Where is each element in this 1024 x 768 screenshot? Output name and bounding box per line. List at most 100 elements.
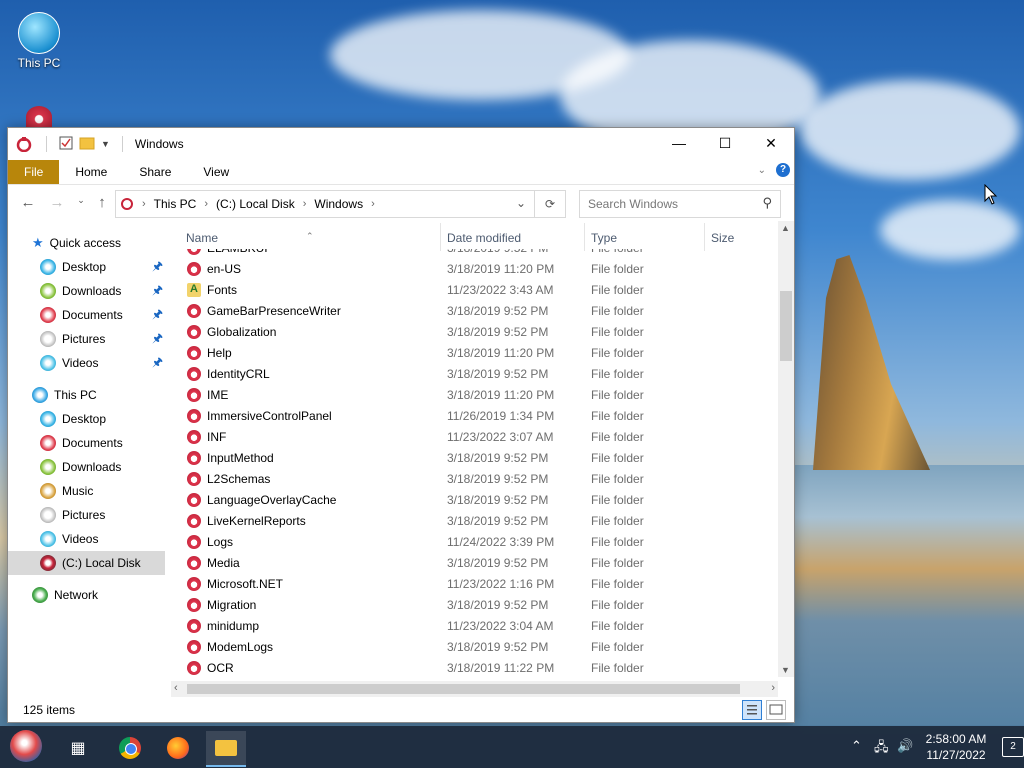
help-icon[interactable]: ? bbox=[776, 163, 790, 177]
row-date: 3/18/2019 9:52 PM bbox=[447, 249, 548, 255]
table-row[interactable]: Microsoft.NET 11/23/2022 1:16 PM File fold… bbox=[171, 574, 778, 595]
clock[interactable]: 2:58:00 AM 11/27/2022 bbox=[920, 731, 992, 763]
scroll-right-icon[interactable]: › bbox=[771, 682, 775, 694]
new-folder-icon[interactable] bbox=[79, 135, 95, 154]
divider bbox=[46, 136, 47, 152]
search-input[interactable]: Search Windows bbox=[588, 197, 678, 211]
desktop-icon-this-pc[interactable]: This PC bbox=[9, 12, 69, 70]
table-row[interactable]: Media 3/18/2019 9:52 PM File folder bbox=[171, 553, 778, 574]
horizontal-scrollbar[interactable]: ‹ › bbox=[171, 681, 778, 697]
folder-icon bbox=[187, 262, 201, 276]
table-row[interactable]: L2Schemas 3/18/2019 9:52 PM File folder bbox=[171, 469, 778, 490]
table-row[interactable]: LanguageOverlayCache 3/18/2019 9:52 PM Fil… bbox=[171, 490, 778, 511]
breadcrumb-separator-icon[interactable]: › bbox=[371, 198, 375, 210]
properties-icon[interactable] bbox=[59, 136, 73, 153]
table-row[interactable]: Help 3/18/2019 11:20 PM File folder bbox=[171, 343, 778, 364]
network-tray-icon[interactable]: 🖧 bbox=[874, 738, 889, 760]
back-arrow-icon[interactable]: ← bbox=[16, 194, 40, 211]
breadcrumb-separator-icon[interactable]: › bbox=[303, 198, 307, 210]
table-row[interactable]: Fonts 11/23/2022 3:43 AM File folder bbox=[171, 280, 778, 301]
column-header-size[interactable]: Size bbox=[711, 231, 734, 245]
row-type: File folder bbox=[591, 598, 644, 612]
show-hidden-icons-chevron-icon[interactable]: ⌃ bbox=[851, 738, 862, 754]
minimize-button[interactable]: — bbox=[656, 128, 702, 158]
table-row[interactable]: ImmersiveControlPanel 11/26/2019 1:34 PM F… bbox=[171, 406, 778, 427]
table-row[interactable]: LiveKernelReports 3/18/2019 9:52 PM File f… bbox=[171, 511, 778, 532]
column-divider[interactable] bbox=[704, 223, 705, 251]
table-row[interactable]: OCR 3/18/2019 11:22 PM File folder bbox=[171, 658, 778, 679]
row-type: File folder bbox=[591, 640, 644, 654]
table-row[interactable]: INF 11/23/2022 3:07 AM File folder bbox=[171, 427, 778, 448]
table-row[interactable]: ELAMBKUP 3/18/2019 9:52 PM File folder bbox=[171, 249, 778, 259]
vertical-scroll-thumb[interactable] bbox=[780, 291, 792, 361]
table-row[interactable]: Globalization 3/18/2019 9:52 PM File folde… bbox=[171, 322, 778, 343]
table-row[interactable]: InputMethod 3/18/2019 9:52 PM File folder bbox=[171, 448, 778, 469]
desktop-icon bbox=[40, 411, 56, 427]
scroll-left-icon[interactable]: ‹ bbox=[174, 682, 178, 694]
large-icons-view-button[interactable] bbox=[766, 700, 786, 720]
nav-this-pc[interactable]: This PC bbox=[32, 383, 189, 407]
taskbar: ▦ ⌃ 🖧 🔊 2:58:00 AM 11/27/2022 2 bbox=[0, 726, 1024, 768]
tab-view[interactable]: View bbox=[187, 160, 245, 184]
row-date: 11/23/2022 3:43 AM bbox=[447, 283, 554, 297]
table-row[interactable]: Logs 11/24/2022 3:39 PM File folder bbox=[171, 532, 778, 553]
column-divider[interactable] bbox=[584, 223, 585, 251]
tab-home[interactable]: Home bbox=[59, 160, 123, 184]
taskbar-chrome[interactable] bbox=[110, 731, 150, 765]
breadcrumb-separator-icon[interactable]: › bbox=[204, 198, 208, 210]
table-row[interactable]: en-US 3/18/2019 11:20 PM File folder bbox=[171, 259, 778, 280]
column-header-name[interactable]: Name bbox=[186, 231, 218, 245]
refresh-button[interactable]: ⟳ bbox=[534, 190, 566, 218]
breadcrumb-this-pc[interactable]: This PC bbox=[154, 197, 197, 211]
downloads-icon bbox=[40, 459, 56, 475]
up-arrow-icon[interactable]: ↑ bbox=[90, 194, 114, 211]
breadcrumb-windows[interactable]: Windows bbox=[314, 197, 363, 211]
close-button[interactable]: ✕ bbox=[748, 128, 794, 158]
forward-arrow-icon[interactable]: → bbox=[45, 194, 69, 211]
nav-item-label: Downloads bbox=[62, 284, 122, 298]
nav-network[interactable]: Network bbox=[32, 583, 189, 607]
row-date: 11/23/2022 3:07 AM bbox=[447, 430, 554, 444]
notification-center-icon[interactable]: 2 bbox=[1002, 737, 1024, 757]
address-history-chevron-icon[interactable]: ⌄ bbox=[516, 196, 526, 210]
nav-pc-local-disk[interactable]: (C:) Local Disk bbox=[8, 551, 165, 575]
table-row[interactable]: minidump 11/23/2022 3:04 AM File folder bbox=[171, 616, 778, 637]
sea-reflection bbox=[793, 465, 1024, 725]
taskbar-file-explorer[interactable] bbox=[206, 731, 246, 767]
tab-share[interactable]: Share bbox=[123, 160, 187, 184]
volume-icon[interactable]: 🔊 bbox=[897, 738, 913, 754]
taskbar-firefox[interactable] bbox=[158, 731, 198, 765]
table-row[interactable]: ModemLogs 3/18/2019 9:52 PM File folder bbox=[171, 637, 778, 658]
title-bar[interactable]: ▼ Windows — ☐ ✕ bbox=[8, 128, 794, 160]
firefox-icon bbox=[167, 737, 189, 759]
desktop-app-icon[interactable] bbox=[26, 106, 52, 128]
horizontal-scroll-thumb[interactable] bbox=[187, 684, 740, 694]
maximize-button[interactable]: ☐ bbox=[702, 128, 748, 158]
row-type: File folder bbox=[591, 304, 644, 318]
table-row[interactable]: IdentityCRL 3/18/2019 9:52 PM File folder bbox=[171, 364, 778, 385]
scroll-up-icon[interactable]: ▲ bbox=[781, 223, 790, 233]
vertical-scrollbar[interactable]: ▲ ▼ bbox=[778, 221, 794, 677]
search-box[interactable]: Search Windows ⚲ bbox=[579, 190, 781, 218]
start-button[interactable] bbox=[10, 730, 42, 762]
table-row[interactable]: GameBarPresenceWriter 3/18/2019 9:52 PM Fi… bbox=[171, 301, 778, 322]
breadcrumb-local-disk[interactable]: (C:) Local Disk bbox=[216, 197, 295, 211]
table-row[interactable]: IME 3/18/2019 11:20 PM File folder bbox=[171, 385, 778, 406]
column-divider[interactable] bbox=[440, 223, 441, 251]
column-header-date[interactable]: Date modified bbox=[447, 231, 521, 245]
nav-item-label: Desktop bbox=[62, 412, 107, 426]
expand-ribbon-chevron-icon[interactable]: ⌄ bbox=[758, 165, 766, 176]
videos-icon bbox=[40, 355, 56, 371]
folder-icon bbox=[187, 619, 201, 633]
nav-item-label: Documents bbox=[62, 436, 123, 450]
nav-quick-access[interactable]: ★ Quick access bbox=[32, 231, 189, 255]
scroll-down-icon[interactable]: ▼ bbox=[781, 665, 790, 675]
table-row[interactable]: Migration 3/18/2019 9:52 PM File folder bbox=[171, 595, 778, 616]
customize-toolbar-chevron-icon[interactable]: ▼ bbox=[101, 139, 110, 149]
row-name: InputMethod bbox=[207, 451, 274, 465]
details-view-button[interactable] bbox=[742, 700, 762, 720]
column-header-type[interactable]: Type bbox=[591, 231, 617, 245]
task-view-button[interactable]: ▦ bbox=[58, 731, 98, 765]
address-bar[interactable]: › This PC › (C:) Local Disk › Windows › … bbox=[115, 190, 535, 218]
tab-file[interactable]: File bbox=[8, 160, 60, 184]
